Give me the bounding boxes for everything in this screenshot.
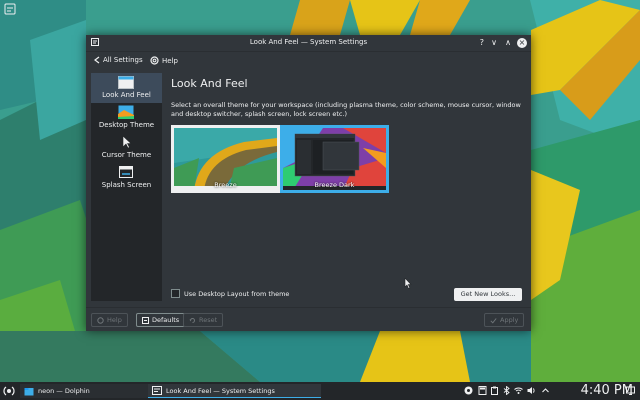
settings-window-icon [152,386,162,395]
apply-button[interactable]: Apply [484,313,525,327]
sidebar-item-desktop-theme[interactable]: Desktop Theme [91,103,162,133]
window-titlebar[interactable]: Look And Feel — System Settings ? ∨ ∧ × [86,35,531,52]
page-title: Look And Feel [171,77,248,90]
defaults-button[interactable]: Defaults [136,313,186,327]
task-label: neon — Dolphin [38,387,90,395]
theme-thumbnail-breeze-dark[interactable]: Breeze Dark [280,125,389,193]
toolbar: All Settings Help [86,52,531,71]
folder-icon [24,387,34,395]
sidebar-item-label: Desktop Theme [98,121,155,129]
all-settings-label: All Settings [103,56,143,64]
show-desktop-icon[interactable] [626,386,635,395]
minimize-icon[interactable]: ∨ [491,38,497,47]
window-title: Look And Feel — System Settings [249,38,368,46]
use-desktop-layout-checkbox-row[interactable]: Use Desktop Layout from theme [171,289,289,298]
button-bar: Help Defaults Reset Apply [86,307,531,332]
splash-screen-icon [119,166,133,178]
taskbar: neon — Dolphin Look And Feel — System Se… [0,382,640,400]
folder-icon [118,76,134,89]
volume-icon[interactable] [527,386,536,395]
sidebar: Look And Feel Desktop Theme Cursor Theme… [91,73,162,301]
page-description: Select an overall theme for your workspa… [171,101,521,118]
help-icon[interactable]: ? [480,38,484,47]
content-area: Look And Feel Select an overall theme fo… [163,73,529,301]
media-icon[interactable] [464,386,473,395]
desktop-theme-icon [118,105,134,119]
sidebar-item-splash-screen[interactable]: Splash Screen [91,163,162,193]
theme-label: Breeze [214,181,237,189]
reset-icon [189,317,195,323]
reset-button[interactable]: Reset [183,313,224,327]
help-bottom-button[interactable]: Help [91,313,128,327]
checkbox-label: Use Desktop Layout from theme [184,289,290,298]
help-label: Help [162,56,178,65]
task-system-settings[interactable]: Look And Feel — System Settings [148,384,321,398]
maximize-icon[interactable]: ∧ [505,38,511,47]
help-lifebuoy-icon [97,316,104,324]
sidebar-item-cursor-theme[interactable]: Cursor Theme [91,133,162,163]
help-button[interactable]: Help [150,56,178,65]
close-icon[interactable]: × [517,38,527,48]
task-dolphin[interactable]: neon — Dolphin [20,384,150,398]
chevron-up-icon[interactable] [541,386,550,395]
sidebar-item-label: Look And Feel [102,91,151,99]
application-launcher-icon[interactable] [3,385,15,397]
sidebar-item-label: Cursor Theme [101,151,152,159]
sidebar-item-label: Splash Screen [101,181,152,189]
defaults-label: Defaults [152,316,180,324]
help-bottom-label: Help [107,316,122,324]
clipboard-icon[interactable] [490,386,499,395]
theme-label: Breeze Dark [314,181,355,189]
sidebar-item-look-and-feel[interactable]: Look And Feel [91,73,162,103]
mouse-pointer-icon [404,278,412,289]
back-arrow-icon [94,56,100,64]
checkmark-icon [490,317,497,324]
storage-icon[interactable] [478,386,487,395]
reset-label: Reset [199,316,218,324]
use-desktop-layout-checkbox[interactable] [171,289,180,298]
help-lifebuoy-icon [150,56,159,65]
task-label: Look And Feel — System Settings [166,386,275,395]
apply-label: Apply [500,316,519,324]
get-new-looks-button[interactable]: Get New Looks... [454,288,522,301]
system-settings-window: Look And Feel — System Settings ? ∨ ∧ × … [86,35,531,331]
all-settings-button[interactable]: All Settings [94,56,143,64]
cursor-icon [122,135,132,149]
defaults-icon [142,316,149,324]
wifi-icon[interactable] [514,386,523,395]
desktop-toolbox-icon[interactable] [4,3,16,15]
bluetooth-icon[interactable] [502,386,511,395]
theme-thumbnail-breeze[interactable]: Breeze [171,125,280,193]
